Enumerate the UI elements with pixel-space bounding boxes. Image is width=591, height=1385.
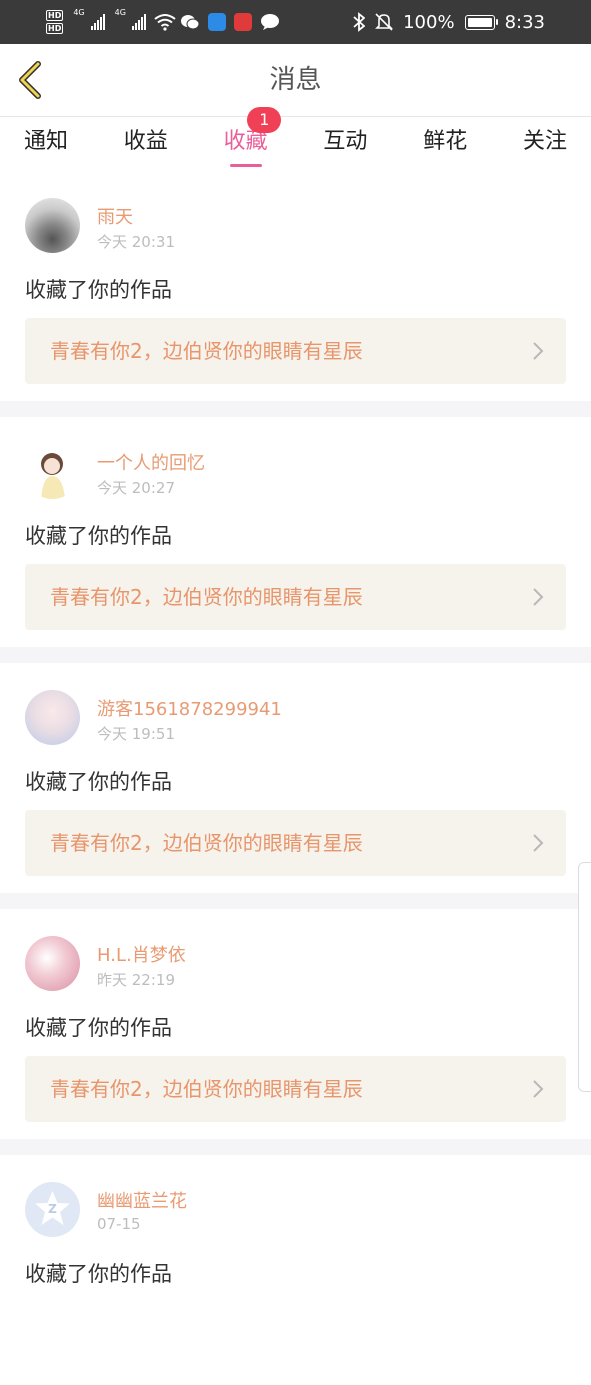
tab-interactions[interactable]: 互动: [323, 117, 367, 171]
status-right-icons: 100% 8:33: [353, 0, 545, 44]
username[interactable]: 游客1561878299941: [97, 695, 282, 721]
avatar-anime-girl-icon: [41, 453, 65, 499]
wechat-icon: [180, 15, 200, 30]
header-bar: 消息: [0, 44, 591, 117]
tab-following[interactable]: 关注: [523, 117, 567, 171]
bluetooth-icon: [353, 12, 366, 32]
username[interactable]: 一个人的回忆: [97, 449, 205, 475]
tab-notifications[interactable]: 通知: [24, 117, 68, 171]
chevron-right-icon: [533, 588, 544, 606]
tab-flowers[interactable]: 鲜花: [423, 117, 467, 171]
chevron-right-icon: [533, 342, 544, 360]
timestamp: 今天 19:51: [97, 725, 175, 743]
list-item: Z 幽幽蓝兰花 07-15 收藏了你的作品: [0, 1155, 591, 1385]
svg-text:Z: Z: [48, 1202, 57, 1216]
app-blue-icon: [207, 13, 226, 31]
tab-earnings[interactable]: 收益: [124, 117, 168, 171]
username[interactable]: H.L.肖梦依: [97, 941, 186, 967]
page-title: 消息: [269, 65, 322, 95]
network-type-2: 4G: [114, 8, 126, 17]
work-link[interactable]: 青春有你2，边伯贤你的眼睛有星辰: [25, 564, 566, 630]
timestamp: 昨天 22:19: [97, 971, 175, 989]
chevron-right-icon: [533, 834, 544, 852]
chevron-right-icon: [533, 1080, 544, 1098]
tab-bar: 通知 收益 收藏 1 互动 鲜花 关注: [0, 107, 591, 171]
battery-percent: 100%: [403, 11, 455, 33]
work-title: 青春有你2，边伯贤你的眼睛有星辰: [50, 339, 363, 363]
favorites-list: 雨天 今天 20:31 收藏了你的作品 青春有你2，边伯贤你的眼睛有星辰 一个人…: [0, 171, 591, 1385]
work-title: 青春有你2，边伯贤你的眼睛有星辰: [50, 585, 363, 609]
timestamp: 今天 20:31: [97, 233, 175, 251]
action-text: 收藏了你的作品: [25, 1262, 172, 1286]
divider: [0, 401, 591, 417]
list-item: H.L.肖梦依 昨天 22:19 收藏了你的作品 青春有你2，边伯贤你的眼睛有星…: [0, 909, 591, 1139]
list-item: 雨天 今天 20:31 收藏了你的作品 青春有你2，边伯贤你的眼睛有星辰: [0, 171, 591, 401]
username[interactable]: 雨天: [97, 203, 133, 229]
tab-label: 互动: [323, 129, 368, 154]
list-item: 游客1561878299941 今天 19:51 收藏了你的作品 青春有你2，边…: [0, 663, 591, 893]
action-text: 收藏了你的作品: [25, 1016, 172, 1040]
signal-icon: [90, 14, 105, 30]
clock: 8:33: [504, 11, 545, 33]
avatar[interactable]: [25, 444, 80, 499]
avatar[interactable]: [25, 690, 80, 745]
app-red-icon: [233, 13, 252, 31]
divider: [0, 1139, 591, 1155]
tab-label: 鲜花: [423, 129, 468, 154]
list-item: 一个人的回忆 今天 20:27 收藏了你的作品 青春有你2，边伯贤你的眼睛有星辰: [0, 417, 591, 647]
work-title: 青春有你2，边伯贤你的眼睛有星辰: [50, 831, 363, 855]
scrollbar[interactable]: [578, 862, 591, 1092]
action-text: 收藏了你的作品: [25, 770, 172, 794]
work-title: 青春有你2，边伯贤你的眼睛有星辰: [50, 1077, 363, 1101]
timestamp: 07-15: [97, 1215, 141, 1233]
tab-favorites[interactable]: 收藏 1: [224, 107, 282, 171]
avatar[interactable]: Z: [25, 1182, 80, 1237]
default-star-avatar-icon: Z: [35, 1191, 70, 1225]
work-link[interactable]: 青春有你2，边伯贤你的眼睛有星辰: [25, 810, 566, 876]
action-text: 收藏了你的作品: [25, 278, 172, 302]
hd-icon: HD HD: [46, 10, 64, 34]
action-text: 收藏了你的作品: [25, 524, 172, 548]
avatar[interactable]: [25, 198, 80, 253]
active-tab-indicator: [229, 164, 262, 167]
divider: [0, 893, 591, 909]
tab-label: 关注: [522, 129, 567, 154]
unread-badge: 1: [247, 107, 282, 133]
work-link[interactable]: 青春有你2，边伯贤你的眼睛有星辰: [25, 318, 566, 384]
status-left-icons: HD HD 4G 4G: [46, 6, 280, 38]
work-link[interactable]: 青春有你2，边伯贤你的眼睛有星辰: [25, 1056, 566, 1122]
battery-icon: [464, 14, 498, 30]
message-icon: [260, 14, 279, 30]
avatar[interactable]: [25, 936, 80, 991]
wifi-icon: [154, 14, 176, 31]
status-bar: HD HD 4G 4G 100% 8:33: [0, 0, 591, 44]
network-type-1: 4G: [73, 8, 85, 17]
tab-label: 收益: [123, 129, 168, 154]
divider: [0, 647, 591, 663]
tab-label: 通知: [24, 129, 69, 154]
username[interactable]: 幽幽蓝兰花: [97, 1187, 187, 1213]
signal-icon-2: [131, 14, 146, 30]
mute-bell-icon: [375, 13, 394, 31]
timestamp: 今天 20:27: [97, 479, 175, 497]
